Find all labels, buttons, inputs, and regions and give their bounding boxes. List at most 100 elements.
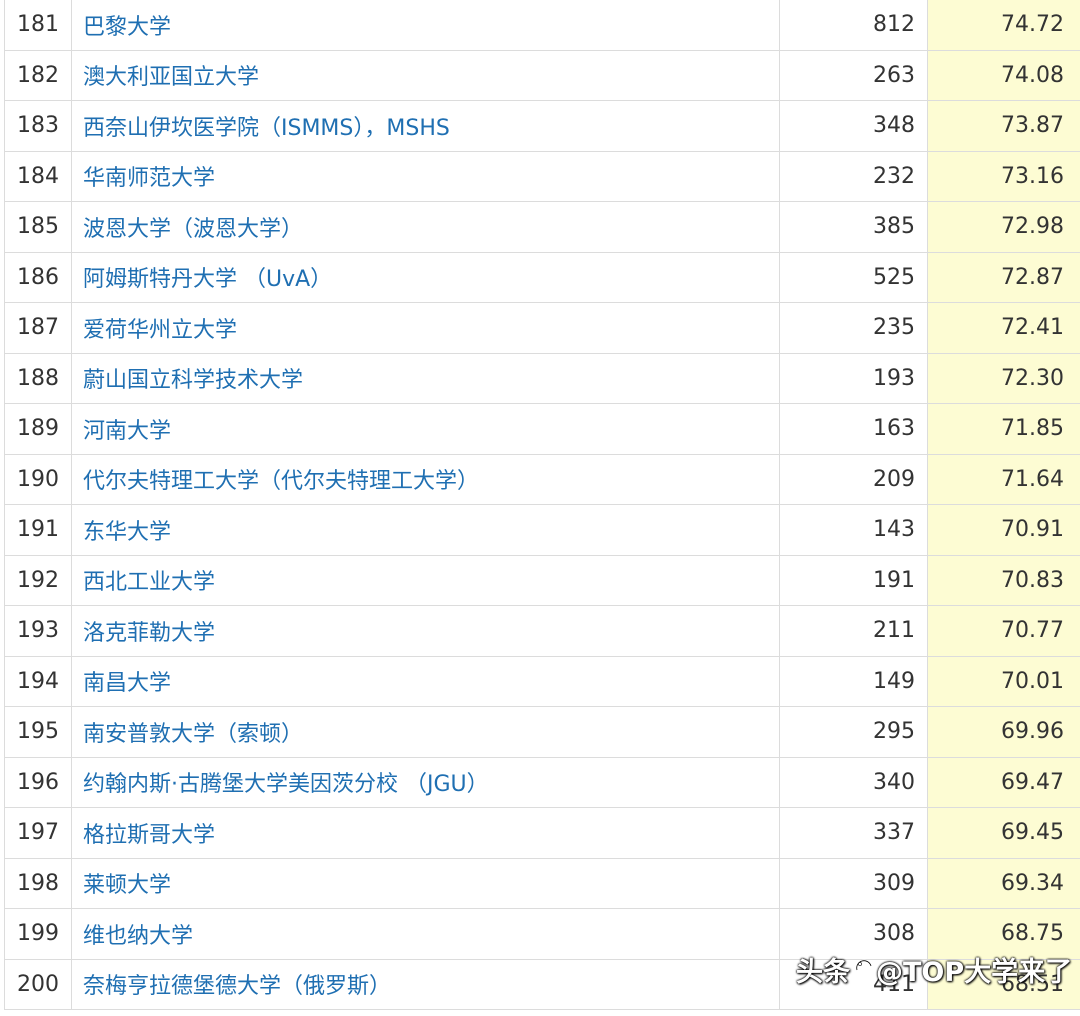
count-cell: 149: [779, 655, 928, 707]
table-row: 198 莱顿大学 309 69.34: [4, 857, 1080, 909]
university-name-cell: 南安普敦大学（索顿）: [71, 706, 780, 758]
score-cell: 69.96: [927, 706, 1080, 758]
rank-cell: 200: [4, 958, 72, 1010]
university-link[interactable]: 阿姆斯特丹大学 （UvA）: [83, 267, 332, 292]
university-link[interactable]: 奈梅亨拉德堡德大学（俄罗斯）: [83, 974, 391, 999]
count-cell: 209: [779, 453, 928, 505]
university-name-cell: 东华大学: [71, 504, 780, 556]
university-name-cell: 阿姆斯特丹大学 （UvA）: [71, 251, 780, 303]
count-cell: 309: [779, 857, 928, 909]
university-link[interactable]: 蔚山国立科学技术大学: [83, 368, 303, 393]
rank-cell: 187: [4, 302, 72, 354]
score-cell: 72.30: [927, 352, 1080, 404]
score-cell: 69.34: [927, 857, 1080, 909]
score-cell: 68.51: [927, 958, 1080, 1010]
university-link[interactable]: 南安普敦大学（索顿）: [83, 722, 303, 747]
score-cell: 74.72: [927, 0, 1080, 51]
table-row: 188 蔚山国立科学技术大学 193 72.30: [4, 352, 1080, 404]
university-name-cell: 南昌大学: [71, 655, 780, 707]
table-row: 190 代尔夫特理工大学（代尔夫特理工大学） 209 71.64: [4, 453, 1080, 505]
count-cell: 340: [779, 756, 928, 808]
score-cell: 73.16: [927, 150, 1080, 202]
score-cell: 70.77: [927, 605, 1080, 657]
count-cell: 525: [779, 251, 928, 303]
university-name-cell: 巴黎大学: [71, 0, 780, 51]
count-cell: 411: [779, 958, 928, 1010]
score-cell: 72.41: [927, 302, 1080, 354]
university-link[interactable]: 维也纳大学: [83, 924, 193, 949]
rank-cell: 181: [4, 0, 72, 51]
count-cell: 348: [779, 100, 928, 152]
rank-cell: 186: [4, 251, 72, 303]
count-cell: 163: [779, 403, 928, 455]
university-link[interactable]: 东华大学: [83, 520, 171, 545]
count-cell: 191: [779, 554, 928, 606]
score-cell: 72.98: [927, 201, 1080, 253]
table-row: 181 巴黎大学 812 74.72: [4, 0, 1080, 51]
table-row: 193 洛克菲勒大学 211 70.77: [4, 605, 1080, 657]
ranking-table: 181 巴黎大学 812 74.72 182 澳大利亚国立大学 263 74.08 183 西奈山…: [4, 0, 1080, 1010]
table-row: 196 约翰内斯·古腾堡大学美因茨分校 （JGU） 340 69.47: [4, 756, 1080, 808]
university-link[interactable]: 华南师范大学: [83, 166, 215, 191]
score-cell: 73.87: [927, 100, 1080, 152]
university-link[interactable]: 波恩大学（波恩大学）: [83, 217, 303, 242]
university-link[interactable]: 河南大学: [83, 419, 171, 444]
university-name-cell: 洛克菲勒大学: [71, 605, 780, 657]
university-name-cell: 西奈山伊坎医学院（ISMMS），MSHS: [71, 100, 780, 152]
rank-cell: 199: [4, 908, 72, 960]
table-row: 184 华南师范大学 232 73.16: [4, 150, 1080, 202]
rank-cell: 192: [4, 554, 72, 606]
rank-cell: 188: [4, 352, 72, 404]
university-link[interactable]: 格拉斯哥大学: [83, 823, 215, 848]
university-link[interactable]: 莱顿大学: [83, 873, 171, 898]
table-row: 192 西北工业大学 191 70.83: [4, 554, 1080, 606]
count-cell: 193: [779, 352, 928, 404]
university-name-cell: 澳大利亚国立大学: [71, 49, 780, 101]
university-link[interactable]: 巴黎大学: [83, 15, 171, 40]
score-cell: 72.87: [927, 251, 1080, 303]
score-cell: 70.91: [927, 504, 1080, 556]
table-row: 200 奈梅亨拉德堡德大学（俄罗斯） 411 68.51: [4, 958, 1080, 1010]
university-name-cell: 波恩大学（波恩大学）: [71, 201, 780, 253]
count-cell: 812: [779, 0, 928, 51]
university-link[interactable]: 代尔夫特理工大学（代尔夫特理工大学）: [83, 469, 479, 494]
rank-cell: 196: [4, 756, 72, 808]
university-name-cell: 维也纳大学: [71, 908, 780, 960]
university-name-cell: 约翰内斯·古腾堡大学美因茨分校 （JGU）: [71, 756, 780, 808]
table-row: 189 河南大学 163 71.85: [4, 403, 1080, 455]
university-link[interactable]: 洛克菲勒大学: [83, 621, 215, 646]
university-link[interactable]: 西奈山伊坎医学院（ISMMS），MSHS: [83, 116, 450, 141]
university-link[interactable]: 西北工业大学: [83, 570, 215, 595]
university-link[interactable]: 约翰内斯·古腾堡大学美因茨分校 （JGU）: [83, 772, 489, 797]
university-name-cell: 奈梅亨拉德堡德大学（俄罗斯）: [71, 958, 780, 1010]
rank-cell: 195: [4, 706, 72, 758]
table-row: 191 东华大学 143 70.91: [4, 504, 1080, 556]
table-row: 183 西奈山伊坎医学院（ISMMS），MSHS 348 73.87: [4, 100, 1080, 152]
rank-cell: 185: [4, 201, 72, 253]
university-name-cell: 华南师范大学: [71, 150, 780, 202]
university-name-cell: 河南大学: [71, 403, 780, 455]
university-link[interactable]: 南昌大学: [83, 671, 171, 696]
score-cell: 71.64: [927, 453, 1080, 505]
rank-cell: 191: [4, 504, 72, 556]
count-cell: 211: [779, 605, 928, 657]
rank-cell: 182: [4, 49, 72, 101]
university-link[interactable]: 爱荷华州立大学: [83, 318, 237, 343]
count-cell: 143: [779, 504, 928, 556]
table-row: 197 格拉斯哥大学 337 69.45: [4, 807, 1080, 859]
university-link[interactable]: 澳大利亚国立大学: [83, 65, 259, 90]
score-cell: 71.85: [927, 403, 1080, 455]
table-row: 187 爱荷华州立大学 235 72.41: [4, 302, 1080, 354]
rank-cell: 190: [4, 453, 72, 505]
score-cell: 70.01: [927, 655, 1080, 707]
score-cell: 74.08: [927, 49, 1080, 101]
rank-cell: 184: [4, 150, 72, 202]
count-cell: 337: [779, 807, 928, 859]
count-cell: 385: [779, 201, 928, 253]
score-cell: 69.47: [927, 756, 1080, 808]
table-row: 186 阿姆斯特丹大学 （UvA） 525 72.87: [4, 251, 1080, 303]
university-name-cell: 格拉斯哥大学: [71, 807, 780, 859]
rank-cell: 189: [4, 403, 72, 455]
university-name-cell: 代尔夫特理工大学（代尔夫特理工大学）: [71, 453, 780, 505]
table-row: 194 南昌大学 149 70.01: [4, 655, 1080, 707]
